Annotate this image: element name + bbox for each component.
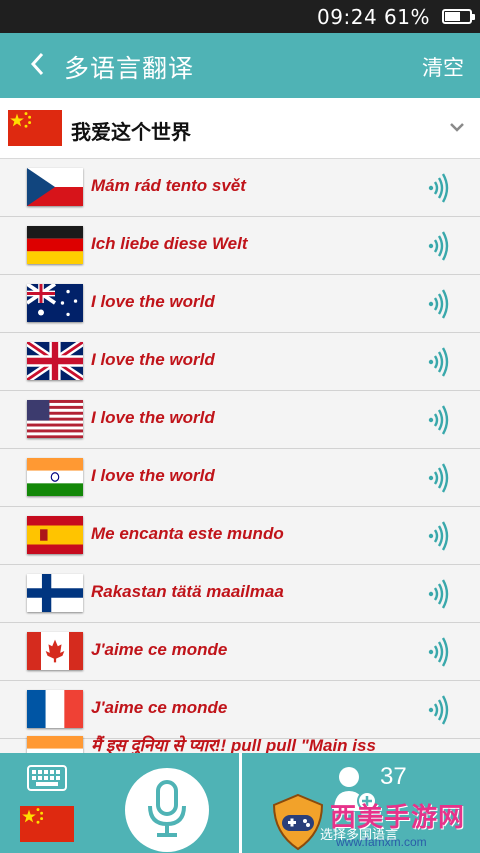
keyboard-icon[interactable] (27, 765, 67, 791)
spain-flag-icon (27, 516, 83, 554)
translation-text: J'aime ce monde (91, 640, 228, 659)
india-flag-icon (27, 736, 83, 753)
translation-text: Rakastan tätä maailmaa (91, 582, 284, 601)
china-flag-icon (8, 110, 62, 146)
speaker-wave-icon[interactable] (428, 347, 450, 377)
translation-row-australia[interactable]: I love the world (0, 275, 480, 333)
status-bar: 09:24 61% (0, 0, 480, 33)
finland-flag-icon (27, 574, 83, 612)
translation-text: Me encanta este mundo (91, 524, 284, 543)
translation-text: J'aime ce monde (91, 698, 228, 717)
translation-row-uk[interactable]: I love the world (0, 333, 480, 391)
microphone-icon (148, 780, 186, 837)
app-header: 多语言翻译 清空 (0, 33, 480, 98)
speaker-wave-icon[interactable] (428, 579, 450, 609)
speaker-wave-icon[interactable] (428, 405, 450, 435)
source-text-row[interactable]: 我爱这个世界 (0, 98, 480, 159)
speaker-wave-icon[interactable] (428, 521, 450, 551)
translation-row-france[interactable]: J'aime ce monde (0, 681, 480, 739)
translation-text: Mám rád tento svět (91, 176, 246, 195)
translation-text: I love the world (91, 466, 215, 485)
speaker-wave-icon[interactable] (428, 289, 450, 319)
speaker-wave-icon[interactable] (428, 173, 450, 203)
translation-row-usa[interactable]: I love the world (0, 391, 480, 449)
translation-text: Ich liebe diese Welt (91, 234, 248, 253)
translation-row-spain[interactable]: Me encanta este mundo (0, 507, 480, 565)
language-count: 37 (380, 763, 407, 790)
translation-text: I love the world (91, 408, 215, 427)
speaker-wave-icon[interactable] (428, 463, 450, 493)
bottom-toolbar: 37 选择多国语言 西美手游网 www.famxm.com (0, 753, 480, 853)
source-text: 我爱这个世界 (71, 122, 191, 144)
translation-row-germany[interactable]: Ich liebe diese Welt (0, 217, 480, 275)
speaker-wave-icon[interactable] (428, 695, 450, 725)
translation-text: I love the world (91, 292, 215, 311)
translation-row-canada[interactable]: J'aime ce monde (0, 623, 480, 681)
watermark-text: 西美手游网 (330, 802, 466, 832)
usa-flag-icon (27, 400, 83, 438)
translation-text: I love the world (91, 350, 215, 369)
watermark-url: www.famxm.com (336, 835, 427, 849)
czech-flag-icon (27, 168, 83, 206)
battery-icon (442, 9, 475, 24)
uk-flag-icon (27, 342, 83, 380)
toolbar-divider (239, 753, 242, 853)
watermark: 西美手游网 www.famxm.com (270, 793, 480, 853)
speaker-wave-icon[interactable] (428, 637, 450, 667)
translation-text: मैं इस दुनिया से प्यार!! pull pull "Main… (91, 736, 376, 753)
gamepad-shield-icon (272, 793, 324, 851)
chevron-down-icon[interactable] (448, 118, 466, 136)
clear-button[interactable]: 清空 (422, 52, 464, 82)
china-flag-icon[interactable] (20, 806, 74, 842)
translation-row-india[interactable]: I love the world (0, 449, 480, 507)
translation-list[interactable]: Mám rád tento svět Ich liebe diese Welt … (0, 159, 480, 753)
france-flag-icon (27, 690, 83, 728)
back-button[interactable] (28, 50, 46, 84)
translation-row-czech[interactable]: Mám rád tento svět (0, 159, 480, 217)
speaker-wave-icon[interactable] (428, 231, 450, 261)
translation-row-india-partial[interactable]: मैं इस दुनिया से प्यार!! pull pull "Main… (0, 736, 480, 753)
translation-row-finland[interactable]: Rakastan tätä maailmaa (0, 565, 480, 623)
page-title: 多语言翻译 (64, 55, 195, 83)
chevron-left-icon (30, 52, 44, 76)
australia-flag-icon (27, 284, 83, 322)
india-flag-icon (27, 458, 83, 496)
status-time-battery: 09:24 61% (317, 5, 430, 29)
microphone-button[interactable] (125, 768, 209, 852)
germany-flag-icon (27, 226, 83, 264)
canada-flag-icon (27, 632, 83, 670)
